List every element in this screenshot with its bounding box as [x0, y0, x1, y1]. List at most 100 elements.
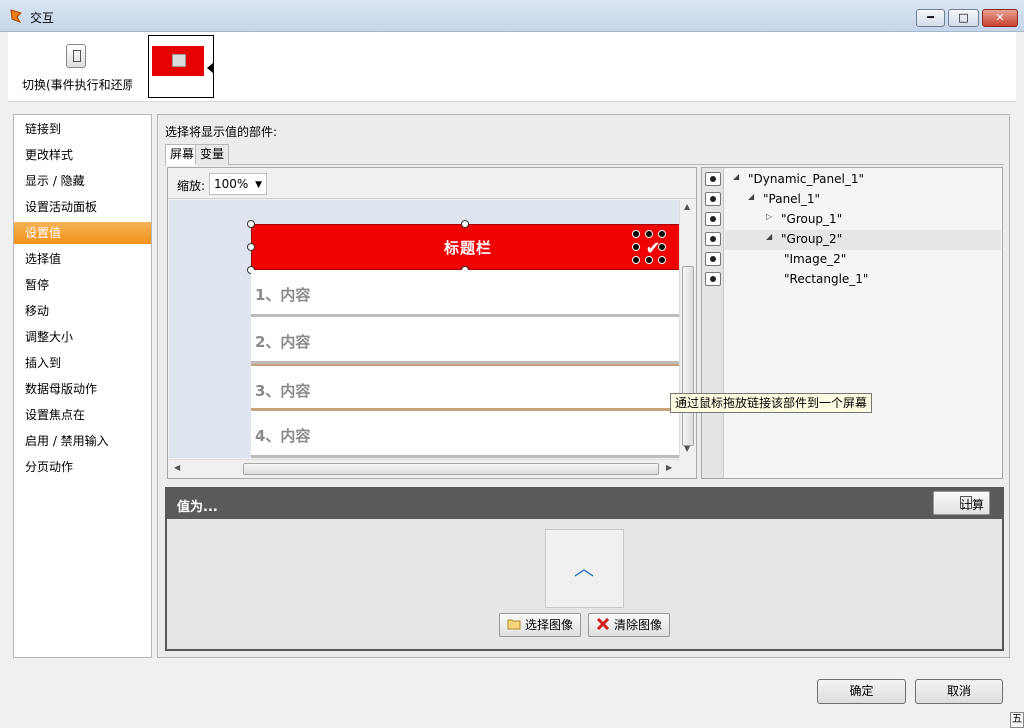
eye-icon[interactable]	[705, 232, 721, 246]
scroll-down-icon[interactable]: ▼	[684, 444, 690, 453]
action-item[interactable]: 设置活动面板	[14, 196, 151, 218]
header-bar[interactable]: 标题栏 ✔	[251, 224, 679, 270]
action-item[interactable]: 更改样式	[14, 144, 151, 166]
widget-tabs: 屏幕 变量	[165, 143, 1004, 166]
header-title: 标题栏	[443, 239, 492, 257]
horizontal-scrollbar[interactable]: ◀ ▶	[169, 459, 679, 477]
calculate-button[interactable]: 计算	[933, 491, 990, 515]
toggle-icon	[66, 44, 86, 68]
choose-image-button[interactable]: 选择图像	[499, 613, 581, 637]
tab-screen[interactable]: 屏幕	[165, 144, 200, 166]
zoom-select[interactable]: 100% ▼	[209, 173, 267, 195]
content-row[interactable]: 1、内容	[251, 270, 679, 317]
action-item[interactable]: 调整大小	[14, 326, 151, 348]
action-item[interactable]: 移动	[14, 300, 151, 322]
clear-image-label: 清除图像	[614, 618, 663, 632]
group-handle[interactable]	[645, 230, 653, 238]
action-item[interactable]: 暂停	[14, 274, 151, 296]
choose-image-label: 选择图像	[525, 618, 574, 632]
action-item[interactable]: 链接到	[14, 118, 151, 140]
tree-expand-icon[interactable]: ▷	[766, 212, 772, 221]
case-toolbar: 切换(事件执行和还原	[8, 32, 1016, 102]
calculate-label: 计算	[960, 498, 985, 512]
tree-expand-icon[interactable]: ◢	[748, 192, 754, 201]
content-row-label: 2、内容	[255, 333, 311, 351]
tree-node-label: "Group_2"	[781, 232, 843, 246]
action-item[interactable]: 设置值	[14, 222, 151, 244]
action-item[interactable]: 设置焦点在	[14, 404, 151, 426]
tree-node-group-1[interactable]: ▷ "Group_1"	[766, 212, 842, 226]
visibility-column	[702, 168, 724, 478]
tree-node-label: "Panel_1"	[763, 192, 821, 206]
horizontal-scroll-thumb[interactable]	[243, 463, 659, 475]
chevron-down-icon: ▼	[255, 180, 262, 190]
group-handle[interactable]	[645, 256, 653, 264]
content-row[interactable]: 4、内容	[251, 411, 679, 458]
toggle-action-item[interactable]: 切换(事件执行和还原	[22, 42, 132, 97]
eye-icon[interactable]	[705, 172, 721, 186]
content-row-label: 3、内容	[255, 382, 311, 400]
action-item[interactable]: 插入到	[14, 352, 151, 374]
cancel-button[interactable]: 取消	[915, 679, 1003, 704]
tree-node-panel[interactable]: ◢ "Panel_1"	[748, 192, 820, 206]
select-widget-label: 选择将显示值的部件:	[165, 125, 278, 139]
clear-image-button[interactable]: 清除图像	[588, 613, 670, 637]
eye-icon[interactable]	[705, 272, 721, 286]
thumbnail-image-icon	[172, 54, 186, 67]
tree-expand-icon[interactable]: ◢	[733, 172, 739, 181]
group-handle[interactable]	[632, 230, 640, 238]
zoom-label: 缩放:	[177, 179, 206, 193]
scroll-left-icon[interactable]: ◀	[174, 463, 180, 472]
eye-icon[interactable]	[705, 192, 721, 206]
action-item[interactable]: 选择值	[14, 248, 151, 270]
ime-indicator: 五	[1010, 712, 1024, 728]
eye-icon[interactable]	[705, 212, 721, 226]
content-row[interactable]: 2、内容	[251, 317, 679, 364]
content-row[interactable]: 3、内容	[251, 364, 679, 411]
widget-thumbnail[interactable]	[148, 35, 214, 98]
tree-node-label: "Group_1"	[781, 212, 843, 226]
value-panel: 值为... 计算 ︿ 选择图像 清除图像	[165, 487, 1004, 651]
tree-node-dynamic-panel[interactable]: ◢ "Dynamic_Panel_1"	[733, 172, 864, 186]
scroll-up-icon[interactable]: ▲	[684, 202, 690, 211]
tree-node-group-2[interactable]: ◢ "Group_2"	[766, 232, 842, 246]
tree-node-label: "Rectangle_1"	[784, 272, 869, 286]
group-handle[interactable]	[658, 256, 666, 264]
screen-preview-panel: 缩放: 100% ▼ 标题栏 ✔ 1、内容 2、内容 3、内容 4、内容 ▲ ▼…	[167, 167, 697, 479]
zoom-bar: 缩放: 100% ▼	[168, 168, 696, 199]
minimize-button[interactable]: ━	[916, 9, 945, 27]
maximize-button[interactable]: □	[948, 9, 979, 27]
ok-button[interactable]: 确定	[817, 679, 906, 704]
action-item[interactable]: 数据母版动作	[14, 378, 151, 400]
title-bar: 交互 ━ □ ✕	[0, 0, 1024, 32]
action-item[interactable]: 显示 / 隐藏	[14, 170, 151, 192]
group-handle[interactable]	[632, 243, 640, 251]
dynamic-panel-widget[interactable]: 标题栏 ✔ 1、内容 2、内容 3、内容 4、内容	[247, 220, 679, 458]
window-title: 交互	[30, 11, 55, 25]
action-list: 链接到更改样式显示 / 隐藏 设置活动面板 设置值选择值暂停移动调整大小插入到数据母…	[13, 114, 152, 658]
group-handle[interactable]	[658, 230, 666, 238]
group-handle[interactable]	[658, 243, 666, 251]
drag-tooltip: 通过鼠标拖放链接该部件到一个屏幕	[670, 393, 873, 413]
eye-icon[interactable]	[705, 252, 721, 266]
tree-node-rectangle[interactable]: "Rectangle_1"	[784, 272, 868, 286]
action-item[interactable]: 分页动作	[14, 456, 151, 478]
group-handle[interactable]	[632, 256, 640, 264]
resize-handle[interactable]	[247, 220, 255, 228]
tree-node-label: "Image_2"	[784, 252, 847, 266]
resize-handle[interactable]	[247, 243, 255, 251]
vertical-scroll-thumb[interactable]	[682, 266, 694, 446]
tree-expand-icon[interactable]: ◢	[766, 232, 772, 241]
content-row-label: 4、内容	[255, 427, 311, 445]
action-item[interactable]: 启用 / 禁用输入	[14, 430, 151, 452]
content-row-label: 1、内容	[255, 286, 311, 304]
tree-node-label: "Dynamic_Panel_1"	[748, 172, 864, 186]
resize-handle[interactable]	[461, 220, 469, 228]
tree-node-image[interactable]: "Image_2"	[784, 252, 846, 266]
tab-variables[interactable]: 变量	[195, 144, 230, 165]
screen-canvas[interactable]: 标题栏 ✔ 1、内容 2、内容 3、内容 4、内容	[169, 200, 679, 458]
scroll-right-icon[interactable]: ▶	[666, 463, 672, 472]
vertical-scrollbar[interactable]: ▲ ▼	[679, 200, 696, 458]
action-settings-panel: 选择将显示值的部件: 屏幕 变量 缩放: 100% ▼ 标题栏 ✔ 1、内容 2…	[157, 114, 1010, 658]
close-button[interactable]: ✕	[982, 9, 1018, 27]
